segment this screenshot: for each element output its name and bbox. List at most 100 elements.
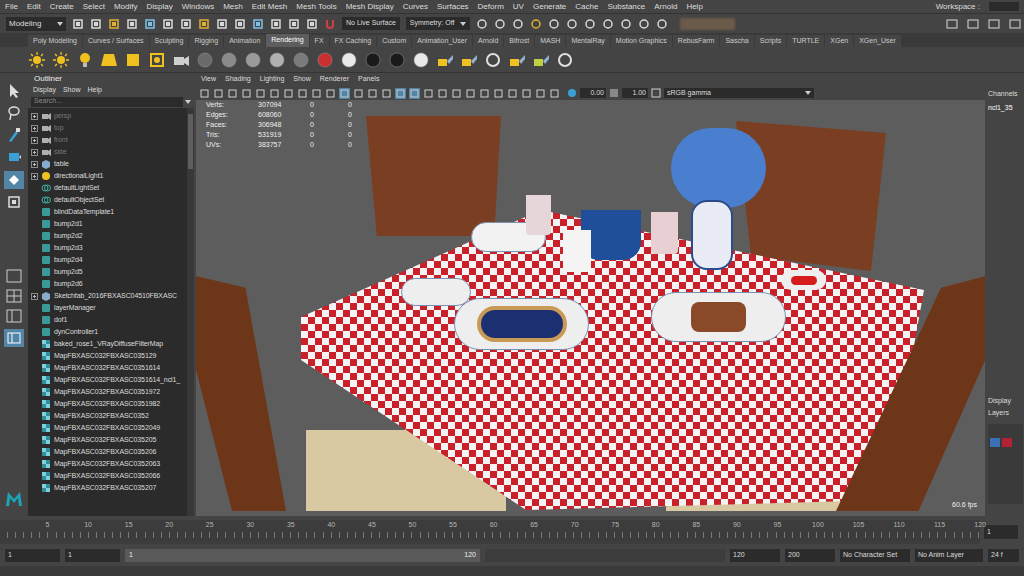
expand-toggle[interactable]	[31, 173, 38, 180]
outliner-item[interactable]: bump2d6	[28, 278, 187, 290]
viewport-tool-button[interactable]	[213, 88, 224, 99]
status-tool-icon[interactable]	[234, 18, 246, 30]
menu-item[interactable]: Windows	[182, 1, 214, 13]
menu-item[interactable]: Deform	[478, 1, 504, 13]
viewport-tool-button[interactable]	[297, 88, 308, 99]
status-tool-icon[interactable]	[198, 18, 210, 30]
status-tool-icon[interactable]	[252, 18, 264, 30]
search-options-icon[interactable]	[185, 99, 191, 105]
viewport-tool-button[interactable]	[381, 88, 392, 99]
expand-toggle[interactable]	[31, 161, 38, 168]
menu-item[interactable]: UV	[513, 1, 524, 13]
shelf-tab[interactable]: Animation_User	[412, 35, 472, 47]
menu-item[interactable]: Edit Mesh	[252, 1, 288, 13]
layer-visibility-box[interactable]	[990, 438, 1000, 447]
shelf-tab[interactable]: RebusFarm	[673, 35, 720, 47]
status-tool-icon[interactable]	[216, 18, 228, 30]
shelf-tool-icon[interactable]	[172, 51, 190, 69]
outliner-item[interactable]: MapFBXASC032FBXASC035207	[28, 482, 187, 494]
outliner-item[interactable]: MapFBXASC032FBXASC035205	[28, 434, 187, 446]
scale-icon[interactable]	[7, 195, 21, 209]
shelf-tab[interactable]: Curves / Surfaces	[83, 35, 149, 47]
outliner-item[interactable]: MapFBXASC032FBXASC0352063	[28, 458, 187, 470]
playback-start-field[interactable]: 1	[65, 549, 120, 562]
shelf-tab[interactable]: Scripts	[755, 35, 786, 47]
outliner-item[interactable]: bump2d3	[28, 242, 187, 254]
shelf-tool-icon[interactable]	[484, 51, 502, 69]
render-tool-icon[interactable]	[602, 18, 614, 30]
render-tool-icon[interactable]	[530, 18, 542, 30]
expand-toggle[interactable]	[31, 149, 38, 156]
shelf-tab[interactable]: FX Caching	[330, 35, 377, 47]
shelf-tab[interactable]: Motion Graphics	[611, 35, 672, 47]
lasso-icon[interactable]	[7, 105, 21, 121]
shelf-tool-icon[interactable]	[100, 51, 118, 69]
viewport-menu-item[interactable]: View	[201, 74, 216, 85]
shelf-tool-icon[interactable]	[412, 51, 430, 69]
viewport-tool-button[interactable]	[325, 88, 336, 99]
menu-item[interactable]: Generate	[533, 1, 566, 13]
live-surface-field[interactable]: No Live Surface	[342, 17, 400, 30]
select-arrow-icon[interactable]	[7, 83, 21, 99]
menu-item[interactable]: File	[5, 1, 18, 13]
current-frame-field[interactable]: 1	[984, 525, 1018, 539]
range-end-field[interactable]: 200	[785, 549, 835, 562]
shelf-tab[interactable]: MASH	[535, 35, 565, 47]
shelf-tab[interactable]: Rendering	[266, 34, 308, 47]
playback-end-field[interactable]: 120	[730, 549, 780, 562]
outliner-menu-item[interactable]: Help	[87, 85, 101, 96]
viewport-canvas[interactable]: Verts:30709400Edges:60806000Faces:306948…	[196, 100, 985, 516]
render-tool-icon[interactable]	[494, 18, 506, 30]
shelf-tab[interactable]: Rigging	[189, 35, 223, 47]
shelf-tab[interactable]: Custom	[377, 35, 411, 47]
outliner-item[interactable]: Sketchfab_2016FBXASC04510FBXASC	[28, 290, 187, 302]
outliner-item[interactable]: MapFBXASC032FBXASC035129	[28, 350, 187, 362]
outliner-item[interactable]: MapFBXASC032FBXASC0351982	[28, 398, 187, 410]
exposure-icon[interactable]	[567, 88, 577, 98]
viewport-menu-item[interactable]: Lighting	[260, 74, 285, 85]
outliner-item[interactable]: MapFBXASC032FBXASC0352049	[28, 422, 187, 434]
viewport-tool-button[interactable]	[493, 88, 504, 99]
rotate-tool-active[interactable]	[4, 171, 24, 189]
menu-item[interactable]: Mesh	[223, 1, 243, 13]
menu-item[interactable]: Curves	[403, 1, 428, 13]
outliner-item[interactable]: dynController1	[28, 326, 187, 338]
shelf-tool-icon[interactable]	[508, 51, 526, 69]
render-tool-icon[interactable]	[548, 18, 560, 30]
outliner-item[interactable]: MapFBXASC032FBXASC0352066	[28, 470, 187, 482]
viewport-tool-button[interactable]	[311, 88, 322, 99]
render-tool-icon[interactable]	[638, 18, 650, 30]
outliner-item[interactable]: MapFBXASC032FBXASC0351972	[28, 386, 187, 398]
render-tool-icon[interactable]	[620, 18, 632, 30]
menu-item[interactable]: Edit	[27, 1, 41, 13]
gamma-icon[interactable]	[609, 88, 619, 98]
symmetry-dropdown[interactable]: Symmetry: Off	[406, 17, 471, 30]
expand-toggle[interactable]	[31, 113, 38, 120]
viewport-tool-button[interactable]	[241, 88, 252, 99]
four-layout-icon[interactable]	[6, 289, 22, 303]
status-tool-icon[interactable]	[90, 18, 102, 30]
range-track[interactable]	[485, 549, 725, 562]
viewport-menu-item[interactable]: Renderer	[320, 74, 349, 85]
expand-toggle[interactable]	[31, 293, 38, 300]
shelf-tab[interactable]: MentalRay	[566, 35, 609, 47]
shelf-tool-icon[interactable]	[556, 51, 574, 69]
outliner-item[interactable]: bump2d5	[28, 266, 187, 278]
side-layout-icon[interactable]	[6, 309, 22, 323]
command-line[interactable]	[0, 566, 1024, 576]
outliner-item[interactable]: MapFBXASC032FBXASC0351614	[28, 362, 187, 374]
render-tool-icon[interactable]	[566, 18, 578, 30]
viewport-tool-button[interactable]	[283, 88, 294, 99]
shelf-tab[interactable]: XGen_User	[854, 35, 901, 47]
panel-toggle-icon[interactable]	[946, 18, 958, 30]
outliner-item[interactable]: front	[28, 134, 187, 146]
status-tool-icon[interactable]	[162, 18, 174, 30]
status-tool-icon[interactable]	[270, 18, 282, 30]
outliner-item[interactable]: layerManager	[28, 302, 187, 314]
viewport-tool-button[interactable]	[549, 88, 560, 99]
shelf-tab[interactable]: XGen	[825, 35, 853, 47]
outliner-item[interactable]: baked_rose1_VRayDiffuseFilterMap	[28, 338, 187, 350]
viewport-tool-button[interactable]	[255, 88, 266, 99]
shelf-tool-icon[interactable]	[532, 51, 550, 69]
panel-toggle-icon[interactable]	[967, 18, 979, 30]
